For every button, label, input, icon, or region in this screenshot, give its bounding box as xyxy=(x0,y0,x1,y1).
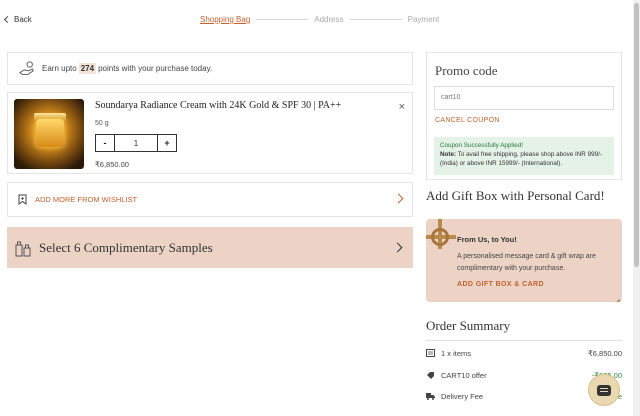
checkout-steps: Shopping Bag Address Payment xyxy=(200,15,439,24)
chat-icon xyxy=(597,384,611,396)
note-text: To avail free shipping, please shop abov… xyxy=(440,151,602,168)
cancel-coupon-button[interactable]: CANCEL COUPON xyxy=(435,117,500,124)
summary-label: Delivery Fee xyxy=(441,391,484,401)
scrollbar[interactable] xyxy=(633,0,640,416)
quantity-value[interactable]: 1 xyxy=(115,134,157,152)
quantity-stepper: - 1 + xyxy=(95,134,177,152)
points-suffix: points with your purchase today. xyxy=(98,64,213,73)
truck-icon xyxy=(426,393,435,400)
points-prefix: Earn upto xyxy=(42,64,77,73)
divider xyxy=(426,340,622,341)
sample-bottles-icon xyxy=(15,241,31,256)
scrollbar-thumb[interactable] xyxy=(634,3,639,267)
select-samples-button[interactable]: Select 6 Complimentary Samples xyxy=(7,227,413,268)
step-address: Address xyxy=(314,15,344,24)
remove-item-button[interactable]: × xyxy=(399,101,405,113)
product-price: ₹6,850.00 xyxy=(95,160,129,169)
wishlist-label: ADD MORE FROM WISHLIST xyxy=(35,195,138,204)
step-payment: Payment xyxy=(407,15,440,24)
add-gift-box-button[interactable]: ADD GIFT BOX & CARD xyxy=(457,281,544,288)
summary-row-items: 1 x items ₹6,850.00 xyxy=(426,347,622,359)
add-from-wishlist-button[interactable]: ADD MORE FROM WISHLIST xyxy=(7,182,413,217)
product-image[interactable] xyxy=(14,99,84,169)
chevron-left-icon xyxy=(3,15,12,24)
promo-code-input[interactable]: cart10 xyxy=(434,86,614,110)
bow-icon xyxy=(431,228,449,246)
gift-heading: Add Gift Box with Personal Card! xyxy=(426,188,605,203)
order-summary-heading: Order Summary xyxy=(426,318,511,333)
points-value: 274 xyxy=(78,63,97,74)
step-shopping-bag[interactable]: Shopping Bag xyxy=(200,15,250,24)
cart-icon xyxy=(426,349,435,357)
promo-code-panel: Promo code cart10 CANCEL COUPON Coupon S… xyxy=(426,52,622,180)
ribbon-decoration xyxy=(590,299,622,302)
coupon-success-text: Coupon Successfully Applied! xyxy=(440,142,523,149)
summary-label: 1 x items xyxy=(441,348,472,358)
jar-body xyxy=(36,119,64,147)
summary-label: CART10 offer xyxy=(441,370,487,380)
step-divider xyxy=(256,19,309,20)
back-button[interactable]: Back xyxy=(3,15,32,24)
cart-item: Soundarya Radiance Cream with 24K Gold &… xyxy=(7,92,413,174)
chevron-right-icon xyxy=(393,193,404,204)
product-size: 50 g xyxy=(95,120,109,127)
promo-title: Promo code xyxy=(435,63,498,78)
step-divider xyxy=(349,19,402,20)
gift-description: A personalised message card & gift wrap … xyxy=(457,253,596,272)
coupon-success-message: Coupon Successfully Applied! Note: To av… xyxy=(434,137,614,175)
product-title[interactable]: Soundarya Radiance Cream with 24K Gold &… xyxy=(95,100,341,111)
chevron-right-icon xyxy=(392,242,403,253)
back-label: Back xyxy=(14,15,32,24)
hand-coin-icon xyxy=(18,60,34,75)
samples-label: Select 6 Complimentary Samples xyxy=(39,239,213,255)
increase-quantity-button[interactable]: + xyxy=(157,134,177,152)
note-label: Note: xyxy=(440,151,457,159)
summary-value: ₹6,850.00 xyxy=(588,348,622,358)
chat-button[interactable] xyxy=(588,374,620,406)
bookmark-icon xyxy=(18,194,27,205)
gift-box-card: From Us, to You! A personalised message … xyxy=(426,219,622,302)
tag-icon xyxy=(427,372,434,379)
points-banner: Earn upto 274 points with your purchase … xyxy=(7,52,413,85)
coupon-note: Note: To avail free shipping, please sho… xyxy=(440,150,608,168)
decrease-quantity-button[interactable]: - xyxy=(95,134,115,152)
gift-from-title: From Us, to You! xyxy=(457,235,517,244)
